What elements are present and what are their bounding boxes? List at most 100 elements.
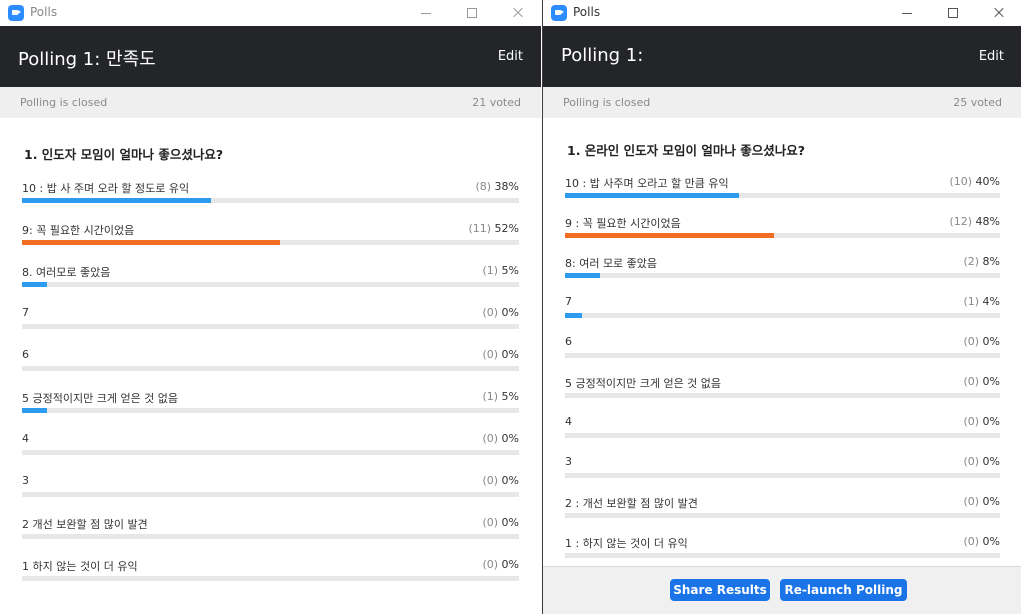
poll-option: 8: 여러 모로 좋았음 (2) 8%	[565, 255, 1000, 295]
option-count: (0)	[482, 558, 499, 571]
option-result: (10) 40%	[949, 175, 1000, 188]
option-percent: 0%	[501, 558, 519, 571]
option-count: (1)	[482, 390, 499, 403]
option-bar-track	[565, 193, 1000, 198]
option-percent: 38%	[494, 180, 519, 193]
option-result: (0) 0%	[482, 306, 519, 319]
option-bar-track	[565, 513, 1000, 518]
edit-button[interactable]: Edit	[498, 49, 523, 64]
poll-option: 3 (0) 0%	[22, 474, 519, 516]
option-count: (2)	[963, 255, 980, 268]
option-count: (8)	[475, 180, 492, 193]
option-percent: 4%	[982, 295, 1000, 308]
question-text: 1. 온라인 인도자 모임이 얼마나 좋으셨나요?	[567, 143, 805, 158]
poll-status: Polling is closed	[20, 96, 108, 109]
maximize-icon[interactable]	[930, 0, 976, 26]
option-bar-track	[22, 492, 519, 497]
option-count: (0)	[482, 306, 499, 319]
option-bar-track	[565, 393, 1000, 398]
option-bar-track	[22, 366, 519, 371]
option-bar-track	[565, 553, 1000, 558]
option-percent: 0%	[982, 495, 1000, 508]
option-count: (0)	[963, 375, 980, 388]
option-percent: 0%	[501, 474, 519, 487]
poll-option: 1 하지 않는 것이 더 유익 (0) 0%	[22, 558, 519, 600]
status-bar: Polling is closed 21 voted	[0, 87, 541, 118]
option-count: (11)	[468, 222, 492, 235]
option-percent: 0%	[501, 432, 519, 445]
poll-option: 10 : 밥 사 주며 오라 할 정도로 유익 (8) 38%	[22, 180, 519, 222]
maximize-icon[interactable]	[449, 0, 495, 26]
option-result: (0) 0%	[963, 495, 1000, 508]
option-label: 3	[565, 455, 572, 468]
option-result: (1) 5%	[482, 264, 519, 277]
option-bar-track	[22, 324, 519, 329]
poll-option: 5 긍정적이지만 크게 얻은 것 없음 (0) 0%	[565, 375, 1000, 415]
poll-option: 4 (0) 0%	[565, 415, 1000, 455]
relaunch-polling-button[interactable]: Re-launch Polling	[780, 579, 907, 601]
option-label: 9 : 꼭 필요한 시간이었음	[565, 217, 681, 230]
poll-status: Polling is closed	[563, 96, 651, 109]
poll-option: 8. 여러모로 좋았음 (1) 5%	[22, 264, 519, 306]
option-count: (0)	[482, 348, 499, 361]
option-label: 5 긍정적이지만 크게 얻은 것 없음	[565, 377, 722, 390]
close-icon[interactable]	[495, 0, 541, 26]
option-label: 6	[22, 348, 29, 361]
option-count: (0)	[963, 415, 980, 428]
option-result: (0) 0%	[482, 432, 519, 445]
option-label: 4	[22, 432, 29, 445]
option-label: 8: 여러 모로 좋았음	[565, 257, 658, 270]
option-result: (12) 48%	[949, 215, 1000, 228]
share-results-button[interactable]: Share Results	[670, 579, 770, 601]
close-icon[interactable]	[976, 0, 1021, 26]
poll-option: 3 (0) 0%	[565, 455, 1000, 495]
zoom-camera-icon	[8, 5, 24, 21]
option-label: 3	[22, 474, 29, 487]
option-percent: 0%	[982, 455, 1000, 468]
option-percent: 0%	[501, 516, 519, 529]
option-bar-track	[22, 534, 519, 539]
option-bar-track	[22, 198, 519, 203]
option-bar-track	[565, 473, 1000, 478]
option-label: 2 개선 보완할 점 많이 발견	[22, 518, 148, 531]
option-percent: 8%	[982, 255, 1000, 268]
poll-header: Polling 1: 만족도 Edit	[0, 26, 541, 87]
window-title: Polls	[573, 5, 601, 19]
option-bar-track	[565, 273, 1000, 278]
option-result: (0) 0%	[482, 516, 519, 529]
option-bar-track	[22, 240, 519, 245]
voted-count: 21 voted	[472, 96, 521, 109]
poll-option: 10 : 밥 사주며 오라고 할 만큼 유익 (10) 40%	[565, 175, 1000, 215]
poll-option: 7 (1) 4%	[565, 295, 1000, 335]
option-label: 10 : 밥 사 주며 오라 할 정도로 유익	[22, 182, 190, 195]
option-label: 4	[565, 415, 572, 428]
polls-window-right: Polls Polling 1: Edit Polling is closed …	[542, 0, 1021, 614]
option-bar-fill	[22, 408, 47, 413]
option-bar-fill	[22, 282, 47, 287]
voted-count: 25 voted	[953, 96, 1002, 109]
option-result: (1) 4%	[963, 295, 1000, 308]
option-result: (0) 0%	[963, 375, 1000, 388]
option-bar-fill	[565, 233, 774, 238]
option-result: (1) 5%	[482, 390, 519, 403]
poll-results: 1. 인도자 모임이 얼마나 좋으셨나요? 10 : 밥 사 주며 오라 할 정…	[0, 118, 541, 614]
minimize-icon[interactable]	[884, 0, 930, 26]
edit-button[interactable]: Edit	[979, 49, 1004, 64]
poll-option: 2 개선 보완할 점 많이 발견 (0) 0%	[22, 516, 519, 558]
option-result: (0) 0%	[482, 348, 519, 361]
option-result: (0) 0%	[963, 335, 1000, 348]
option-bar-track	[565, 433, 1000, 438]
option-label: 1 하지 않는 것이 더 유익	[22, 560, 138, 573]
option-result: (0) 0%	[963, 455, 1000, 468]
option-percent: 52%	[494, 222, 519, 235]
option-label: 7	[22, 306, 29, 319]
option-label: 5 긍정적이지만 크게 얻은 것 없음	[22, 392, 179, 405]
option-bar-fill	[22, 240, 281, 245]
option-label: 8. 여러모로 좋았음	[22, 266, 111, 279]
minimize-icon[interactable]	[403, 0, 449, 26]
option-bar-track	[565, 353, 1000, 358]
option-count: (0)	[482, 432, 499, 445]
title-bar: Polls	[543, 0, 1021, 26]
poll-title: Polling 1:	[561, 45, 644, 66]
option-percent: 0%	[982, 335, 1000, 348]
